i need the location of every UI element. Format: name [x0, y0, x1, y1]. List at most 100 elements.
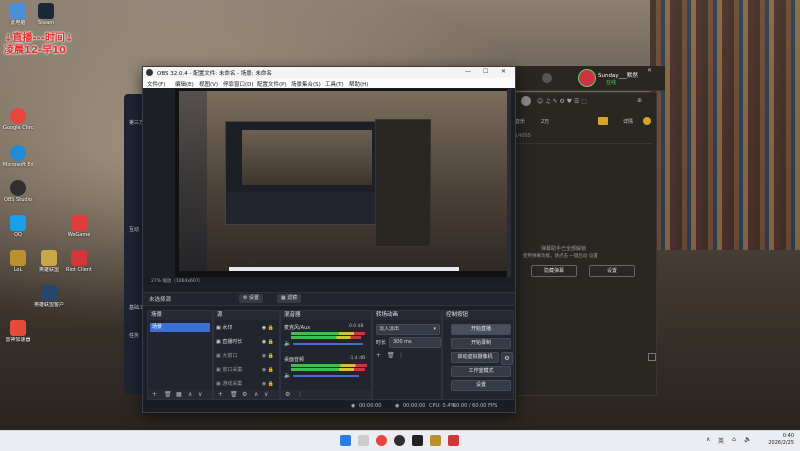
app-taskbar-icon[interactable] [412, 435, 423, 446]
desktop-icon[interactable]: LoL [3, 250, 33, 273]
start-streaming-button[interactable]: 开始直播 [451, 324, 511, 335]
remove-transition-button[interactable]: 🗑 [387, 352, 395, 359]
duration-label: 时长 [376, 340, 387, 346]
menu-tools[interactable]: 工具(T) [325, 80, 344, 88]
properties-button[interactable]: ⚙ 设置 [239, 294, 263, 303]
league-taskbar-icon[interactable] [430, 435, 441, 446]
badge-icon [598, 117, 608, 125]
start-menu-icon[interactable] [340, 435, 351, 446]
preview-status-bar: 27% 缩放（1064x607） [143, 277, 515, 285]
add-scene-button[interactable]: + [152, 391, 157, 398]
remove-scene-button[interactable]: 🗑 [164, 391, 172, 398]
source-item[interactable]: ▣ 大窗口 ◉ 🔒 [216, 351, 274, 361]
volume-slider[interactable] [293, 343, 363, 345]
desktop-icon[interactable]: 英雄联盟客户端 [34, 285, 64, 308]
scene-filters-button[interactable]: ▦ [176, 391, 182, 398]
danmaku-assistant-window[interactable]: ☺ ♫ ✎ ⚙ ♥ ☰ ⬚ ⊕ 音乐 2万 详情 14005 弹幕助手已全部解锁… [510, 92, 657, 396]
source-item[interactable]: ▣ 游戏采集 ◉ 🔒 [216, 379, 274, 389]
scene-item[interactable]: 场景 [150, 323, 210, 332]
move-up-button[interactable]: ∧ [254, 391, 258, 398]
source-item[interactable]: ▣ 窗口采集 ◉ 🔒 [216, 365, 274, 375]
move-down-button[interactable]: ∨ [198, 391, 202, 398]
visibility-lock-icons[interactable]: ◉ 🔒 [262, 379, 274, 389]
volume-icon[interactable]: 🔈 [744, 436, 751, 443]
task-view-icon[interactable] [358, 435, 369, 446]
tab-fans[interactable]: 2万 [541, 118, 549, 125]
move-down-button[interactable]: ∨ [264, 391, 268, 398]
sources-dock-toolbar: + 🗑 ⚙ ∧ ∨ [214, 390, 279, 399]
source-item[interactable]: ▣ 水印 ◉ 🔒 [216, 323, 274, 333]
visibility-lock-icons[interactable]: ◉ 🔒 [262, 351, 274, 361]
add-source-button[interactable]: + [218, 391, 223, 398]
download-icon[interactable] [542, 73, 552, 83]
input-language[interactable]: 英 [718, 436, 724, 445]
preview-scrollbar[interactable] [507, 89, 511, 277]
transition-props-button[interactable]: ⋮ [398, 352, 404, 359]
desktop-icon[interactable]: QQ [3, 215, 33, 238]
minimize-button[interactable]: — [465, 68, 471, 75]
visibility-lock-icons[interactable]: ◉ 🔒 [262, 323, 274, 333]
source-item[interactable]: ▣ 直播时长 ◉ 🔒 [216, 337, 274, 347]
volume-slider[interactable] [293, 375, 359, 377]
menu-view[interactable]: 视图(V) [199, 80, 218, 88]
preview-nested-docks [226, 192, 376, 224]
riot-taskbar-icon[interactable] [448, 435, 459, 446]
tray-chevron-icon[interactable]: ∧ [706, 436, 710, 443]
desktop-icon[interactable]: 雷神加速器 [3, 320, 33, 343]
speaker-icon[interactable]: 🔈 [284, 372, 291, 379]
transition-select[interactable]: 淡入淡出 ▾ [376, 324, 440, 335]
desktop-icon[interactable]: WeGame [64, 215, 94, 238]
menu-docks[interactable]: 停靠窗口(D) [223, 80, 254, 88]
settings-button[interactable]: 设置 [451, 380, 511, 391]
speaker-icon[interactable]: 🔈 [284, 340, 291, 347]
network-icon[interactable]: ⌂ [732, 436, 736, 443]
chrome-taskbar-icon[interactable] [376, 435, 387, 446]
desktop-icon[interactable]: Steam [31, 3, 61, 26]
more-options-icon[interactable]: ⋮ [297, 391, 303, 398]
obs-taskbar-icon[interactable] [394, 435, 405, 446]
start-recording-button[interactable]: 开始录制 [451, 338, 511, 349]
close-button[interactable]: ✕ [501, 68, 506, 75]
menu-file[interactable]: 文件(F) [147, 80, 165, 88]
resize-icon[interactable] [648, 353, 656, 361]
remove-source-button[interactable]: 🗑 [230, 391, 238, 398]
desktop-icon[interactable]: 此电脑 [3, 3, 33, 26]
desktop-icon[interactable]: Google Chrome [3, 108, 33, 131]
preview-canvas[interactable] [175, 89, 511, 277]
toolbar-icons[interactable]: ☺ ♫ ✎ ⚙ ♥ ☰ ⬚ [537, 98, 587, 105]
menu-profile[interactable]: 配置文件(P) [257, 80, 287, 88]
cpu-usage: CPU: 0.4% [429, 403, 456, 409]
close-icon[interactable]: ✕ [647, 67, 652, 74]
volume-meter [291, 332, 365, 335]
obs-window[interactable]: OBS 32.0.4 - 配置文件: 未命名 - 场景: 未命名 — ☐ ✕ 文… [142, 66, 516, 413]
studio-mode-button[interactable]: 工作室模式 [451, 366, 511, 377]
advanced-audio-icon[interactable]: ⚙ [285, 391, 290, 398]
filters-button[interactable]: ▦ 滤镜 [277, 294, 301, 303]
obs-titlebar[interactable]: OBS 32.0.4 - 配置文件: 未命名 - 场景: 未命名 — ☐ ✕ [143, 67, 515, 78]
menu-scene-collection[interactable]: 场景集合(S) [291, 80, 321, 88]
volume-meter [291, 364, 367, 367]
duration-input[interactable]: 300 ms [389, 337, 441, 348]
virtual-camera-settings-icon[interactable]: ⚙ [501, 352, 513, 365]
pin-icon[interactable]: ⊕ [637, 97, 642, 104]
tab-music[interactable]: 音乐 [515, 118, 525, 125]
maximize-button[interactable]: ☐ [483, 68, 488, 75]
desktop-icon[interactable]: OBS Studio [3, 180, 33, 203]
add-transition-button[interactable]: + [376, 352, 381, 359]
desktop-icon[interactable]: Riot Client [64, 250, 94, 273]
source-properties-button[interactable]: ⚙ [242, 391, 247, 398]
visibility-lock-icons[interactable]: ◉ 🔒 [262, 365, 274, 375]
avatar[interactable] [578, 69, 596, 87]
mixer-track-db: 0.0 dB [349, 324, 364, 329]
start-virtual-camera-button[interactable]: 启动虚拟摄像机 [451, 352, 499, 363]
danmaku-settings-button[interactable]: 设置 [589, 265, 635, 277]
visibility-lock-icons[interactable]: ◉ 🔒 [262, 337, 274, 347]
hide-danmaku-button[interactable]: 隐藏弹幕 [531, 265, 577, 277]
desktop-icon[interactable]: 英雄联盟 [34, 250, 64, 273]
detail-button[interactable]: 详情 [623, 118, 633, 125]
menu-help[interactable]: 帮助(H) [349, 80, 368, 88]
move-up-button[interactable]: ∧ [188, 391, 192, 398]
system-clock[interactable]: 0:40 2026/2/25 [768, 433, 794, 447]
desktop-icon[interactable]: Microsoft Edge [3, 145, 33, 168]
menu-edit[interactable]: 编辑(E) [175, 80, 194, 88]
